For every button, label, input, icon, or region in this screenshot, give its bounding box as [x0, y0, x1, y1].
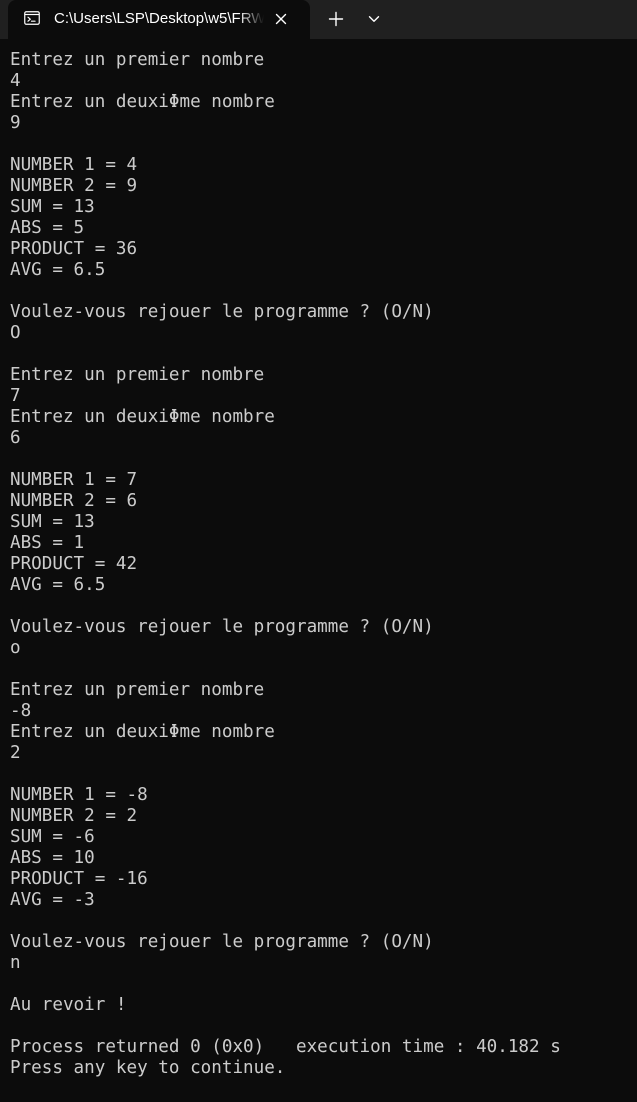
console-line: NUMBER 1 = 7 — [10, 470, 138, 490]
console-line: 7 — [10, 386, 21, 406]
console-line: 6 — [10, 428, 21, 448]
console-line: 2 — [10, 743, 21, 763]
console-line: Entrez un deuxiΦme nombre — [10, 722, 275, 742]
console-line: PRODUCT = 36 — [10, 239, 138, 259]
console-line: o — [10, 638, 21, 658]
console-line: PRODUCT = -16 — [10, 869, 148, 889]
close-icon[interactable] — [272, 10, 290, 28]
console-line: O — [10, 323, 21, 343]
console-line: NUMBER 2 = 6 — [10, 491, 138, 511]
console-line: Process returned 0 (0x0) execution time … — [10, 1037, 561, 1057]
console-line: -8 — [10, 701, 32, 721]
console-line: PRODUCT = 42 — [10, 554, 138, 574]
terminal-window: C:\Users\LSP\Desktop\w5\FRW Entrez un pr… — [0, 0, 637, 1102]
console-line: Voulez-vous rejouer le programme ? (O/N) — [10, 302, 434, 322]
terminal-icon — [24, 11, 40, 25]
tab-title: C:\Users\LSP\Desktop\w5\FRW — [54, 10, 264, 27]
console-line: AVG = 6.5 — [10, 260, 106, 280]
console-line: Entrez un premier nombre — [10, 365, 265, 385]
console-line: NUMBER 2 = 9 — [10, 176, 138, 196]
console-line: Press any key to continue. — [10, 1058, 286, 1078]
console-line: 9 — [10, 113, 21, 133]
console-line: n — [10, 953, 21, 973]
console-line: Voulez-vous rejouer le programme ? (O/N) — [10, 932, 434, 952]
console-line: Voulez-vous rejouer le programme ? (O/N) — [10, 617, 434, 637]
tab-bar: C:\Users\LSP\Desktop\w5\FRW — [0, 0, 637, 39]
console-line: NUMBER 2 = 2 — [10, 806, 138, 826]
console-line: NUMBER 1 = 4 — [10, 155, 138, 175]
console-line: NUMBER 1 = -8 — [10, 785, 148, 805]
console-line: ABS = 1 — [10, 533, 85, 553]
console-line: SUM = 13 — [10, 512, 95, 532]
chevron-down-icon[interactable] — [364, 9, 384, 29]
console-line: 4 — [10, 71, 21, 91]
console-line: Au revoir ! — [10, 995, 127, 1015]
console-line: Entrez un deuxiΦme nombre — [10, 407, 275, 427]
console-line: ABS = 5 — [10, 218, 85, 238]
console-line: ABS = 10 — [10, 848, 95, 868]
console-line: Entrez un deuxiΦme nombre — [10, 92, 275, 112]
console-line: SUM = 13 — [10, 197, 95, 217]
console-line: AVG = -3 — [10, 890, 95, 910]
plus-icon[interactable] — [326, 9, 346, 29]
console-line: Entrez un premier nombre — [10, 680, 265, 700]
console-line: AVG = 6.5 — [10, 575, 106, 595]
console-output[interactable]: Entrez un premier nombre 4 Entrez un deuxi… — [10, 50, 637, 1079]
console-line: Entrez un premier nombre — [10, 50, 265, 70]
console-line: SUM = -6 — [10, 827, 95, 847]
terminal-tab[interactable]: C:\Users\LSP\Desktop\w5\FRW — [8, 0, 310, 39]
